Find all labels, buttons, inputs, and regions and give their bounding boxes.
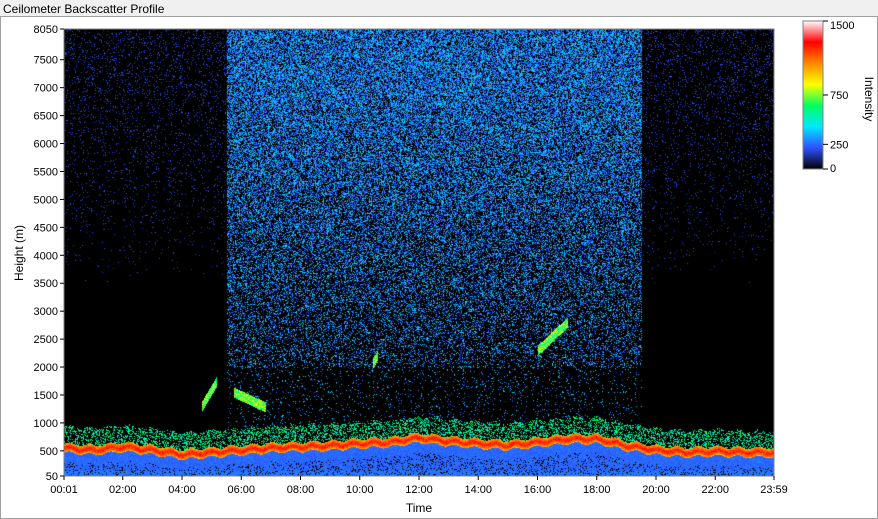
- y-tick-label: 1500: [34, 390, 58, 402]
- y-tick-label: 2000: [34, 362, 58, 374]
- x-tick-label: 10:00: [346, 484, 374, 496]
- y-tick-label: 2500: [34, 334, 58, 346]
- x-tick-label: 16:00: [524, 484, 552, 496]
- y-tick-label: 5500: [34, 166, 58, 178]
- x-tick-label: 18:00: [583, 484, 611, 496]
- chart-frame: 00:01 02:00 04:00 06:00 08:00 10:00 12:00 14:00…: [0, 16, 878, 519]
- y-axis: 50 500 1000 1500 2000 2500 3000 3500 4000 4500 500…: [34, 24, 64, 483]
- backscatter-chart: 00:01 02:00 04:00 06:00 08:00 10:00 12:00 14:00…: [12, 20, 876, 515]
- colorbar-tick-label: 250: [830, 139, 848, 151]
- colorbar-label: Intensity: [862, 77, 876, 122]
- y-axis-label: Height (m): [12, 225, 26, 281]
- y-tick-label: 3500: [34, 278, 58, 290]
- x-tick-label: 14:00: [464, 484, 492, 496]
- y-tick-label: 3000: [34, 306, 58, 318]
- x-tick-label: 08:00: [287, 484, 315, 496]
- y-tick-label: 4000: [34, 250, 58, 262]
- colorbar-tick-label: 750: [830, 90, 848, 102]
- y-tick-label: 6500: [34, 111, 58, 123]
- x-tick-label: 22:00: [701, 484, 729, 496]
- x-axis: 00:01 02:00 04:00 06:00 08:00 10:00 12:00 14:00…: [50, 476, 788, 496]
- colorbar-tick-label: 1500: [830, 20, 854, 32]
- y-tick-label: 7000: [34, 83, 58, 95]
- y-tick-label: 50: [46, 471, 58, 483]
- window-title: Ceilometer Backscatter Profile: [3, 2, 165, 16]
- colorbar-tick-label: 0: [830, 163, 836, 175]
- x-tick-label: 20:00: [642, 484, 670, 496]
- y-tick-label: 500: [40, 446, 58, 458]
- x-tick-label: 12:00: [405, 484, 433, 496]
- y-tick-label: 4500: [34, 222, 58, 234]
- x-tick-label: 06:00: [227, 484, 255, 496]
- y-tick-label: 8050: [34, 24, 58, 36]
- x-axis-label: Time: [406, 501, 433, 515]
- y-tick-label: 6000: [34, 139, 58, 151]
- y-tick-label: 1000: [34, 418, 58, 430]
- x-tick-label: 02:00: [109, 484, 137, 496]
- y-tick-label: 7500: [34, 55, 58, 67]
- y-tick-label: 5000: [34, 194, 58, 206]
- colorbar-axis: 0 250 750 1500: [823, 20, 854, 175]
- x-tick-label: 04:00: [168, 484, 196, 496]
- x-tick-label: 23:59: [760, 484, 788, 496]
- colorbar: [802, 20, 824, 170]
- x-tick-label: 00:01: [50, 484, 78, 496]
- backscatter-heatmap: [64, 29, 774, 476]
